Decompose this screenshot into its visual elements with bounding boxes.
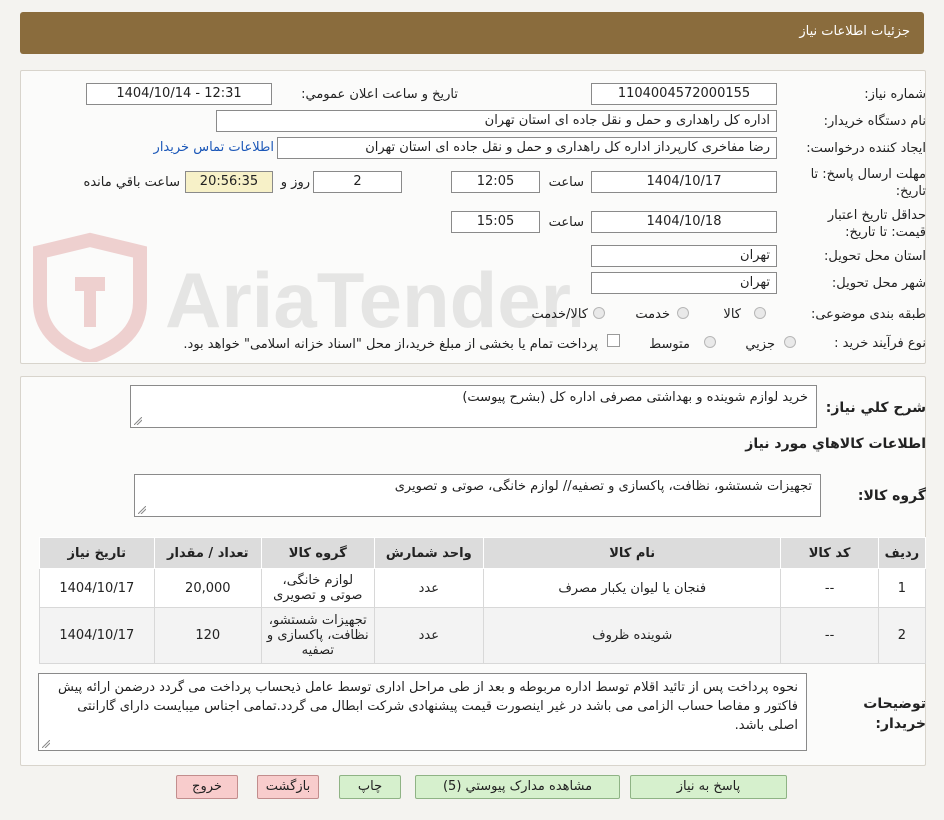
summary-label: شرح کلي نیاز:	[825, 400, 926, 416]
resize-grip-icon[interactable]	[138, 506, 146, 514]
buyer-field: اداره کل راهداری و حمل و نقل جاده ای است…	[216, 110, 777, 132]
days-field: 2	[313, 171, 402, 193]
cell-unit: عدد	[373, 568, 485, 608]
treasury-payment-note: پرداخت تمام یا بخشی از مبلغ خرید،از محل …	[183, 337, 598, 352]
requester-label: ایجاد کننده درخواست:	[806, 141, 926, 156]
category-both-label: کالا/خدمت	[531, 307, 588, 322]
remaining-time-field: 20:56:35	[185, 171, 273, 193]
buyer-label: نام دستگاه خریدار:	[823, 114, 926, 129]
table-header-row: ردیف کد کالا نام کالا واحد شمارش گروه کا…	[39, 537, 927, 569]
col-quantity: تعداد / مقدار	[153, 537, 263, 569]
cell-quantity: 20,000	[153, 568, 263, 608]
col-need-date: تاریخ نیاز	[39, 537, 155, 569]
category-goods-label: کالا	[723, 307, 741, 322]
col-row-number: ردیف	[877, 537, 927, 569]
city-label: شهر محل تحویل:	[831, 276, 926, 291]
deadline-time-label: ساعت	[548, 175, 584, 190]
buyer-contact-link[interactable]: اطلاعات تماس خریدار	[154, 140, 274, 155]
process-small-label: جزیي	[745, 337, 775, 352]
reply-button[interactable]: پاسخ به نیاز	[630, 775, 787, 799]
table-row: 2 -- شوینده ظروف عدد تجهیزات شستشو، نظاف…	[39, 607, 927, 664]
cell-unit: عدد	[373, 607, 485, 664]
need-number-field: 1104004572000155	[591, 83, 777, 105]
col-item-name: نام کالا	[483, 537, 782, 569]
validity-time-field: 15:05	[451, 211, 540, 233]
need-number-label: شماره نیاز:	[864, 87, 926, 102]
col-item-code: کد کالا	[780, 537, 879, 569]
resize-grip-icon[interactable]	[42, 740, 50, 748]
deadline-label: مهلت ارسال پاسخ: تا تاریخ:	[810, 167, 926, 199]
cell-need-date: 1404/10/17	[39, 568, 155, 608]
back-button[interactable]: بازگشت	[257, 775, 319, 799]
cell-item-group: تجهیزات شستشو، نظافت، پاکسازی و تصفیه	[261, 607, 375, 664]
category-service-label: خدمت	[635, 307, 670, 322]
deadline-time-field: 12:05	[451, 171, 540, 193]
remaining-label: ساعت باقي مانده	[83, 175, 180, 190]
announce-field: 1404/10/14 - 12:31	[86, 83, 272, 105]
exit-button[interactable]: خروج	[176, 775, 238, 799]
goods-section-title: اطلاعات کالاهاي مورد نیاز	[745, 436, 926, 452]
buyer-notes-text: نحوه پرداخت پس از تائید اقلام توسط اداره…	[58, 680, 798, 733]
buyer-notes-label: توضیحات خریدار:	[863, 696, 926, 732]
cell-item-code: --	[780, 607, 879, 664]
cell-item-code: --	[780, 568, 879, 608]
cell-need-date: 1404/10/17	[39, 607, 155, 664]
category-service-radio[interactable]	[677, 307, 689, 319]
province-label: استان محل تحویل:	[824, 249, 926, 264]
validity-date-field: 1404/10/18	[591, 211, 777, 233]
goods-group-label: گروه کالا:	[857, 488, 926, 504]
cell-item-name: فنجان یا لیوان یکبار مصرف	[483, 568, 782, 608]
category-both-radio[interactable]	[593, 307, 605, 319]
category-label: طبقه بندی موضوعی:	[810, 307, 926, 322]
requester-field: رضا مفاخری کارپرداز اداره کل راهداری و ح…	[277, 137, 777, 159]
process-small-radio[interactable]	[784, 336, 796, 348]
summary-textarea[interactable]: خرید لوازم شوینده و بهداشتی مصرفی اداره …	[130, 385, 817, 428]
process-label: نوع فرآیند خرید :	[834, 336, 926, 351]
process-medium-radio[interactable]	[704, 336, 716, 348]
validity-label: حداقل تاریخ اعتبار قیمت: تا تاریخ:	[827, 208, 926, 240]
goods-group-textarea[interactable]: تجهیزات شستشو، نظافت، پاکسازی و تصفیه// …	[134, 474, 821, 517]
cell-item-group: لوازم خانگی، صوتی و تصویری	[261, 568, 375, 608]
treasury-payment-checkbox[interactable]	[607, 334, 620, 347]
col-item-group: گروه کالا	[261, 537, 375, 569]
summary-text: خرید لوازم شوینده و بهداشتی مصرفی اداره …	[462, 390, 808, 405]
validity-time-label: ساعت	[548, 215, 584, 230]
print-button[interactable]: چاپ	[339, 775, 401, 799]
goods-group-text: تجهیزات شستشو، نظافت، پاکسازی و تصفیه// …	[394, 479, 812, 494]
cell-item-name: شوینده ظروف	[483, 607, 782, 664]
province-field: تهران	[591, 245, 777, 267]
goods-table: ردیف کد کالا نام کالا واحد شمارش گروه کا…	[39, 537, 927, 664]
cell-quantity: 120	[153, 607, 263, 664]
table-row: 1 -- فنجان یا لیوان یکبار مصرف عدد لوازم…	[39, 568, 927, 608]
resize-grip-icon[interactable]	[134, 417, 142, 425]
announce-label: تاریخ و ساعت اعلان عمومي:	[301, 87, 458, 102]
category-goods-radio[interactable]	[754, 307, 766, 319]
col-unit: واحد شمارش	[373, 537, 485, 569]
page-title: جزئیات اطلاعات نیاز	[799, 24, 910, 39]
cell-row-number: 2	[877, 607, 927, 664]
view-attachments-button[interactable]: مشاهده مدارک پیوستي (5)	[415, 775, 620, 799]
buyer-notes-textarea[interactable]: نحوه پرداخت پس از تائید اقلام توسط اداره…	[38, 673, 807, 751]
days-label: روز و	[280, 175, 310, 190]
process-medium-label: متوسط	[649, 337, 690, 352]
cell-row-number: 1	[877, 568, 927, 608]
deadline-date-field: 1404/10/17	[591, 171, 777, 193]
city-field: تهران	[591, 272, 777, 294]
page-header: جزئیات اطلاعات نیاز	[20, 12, 924, 54]
